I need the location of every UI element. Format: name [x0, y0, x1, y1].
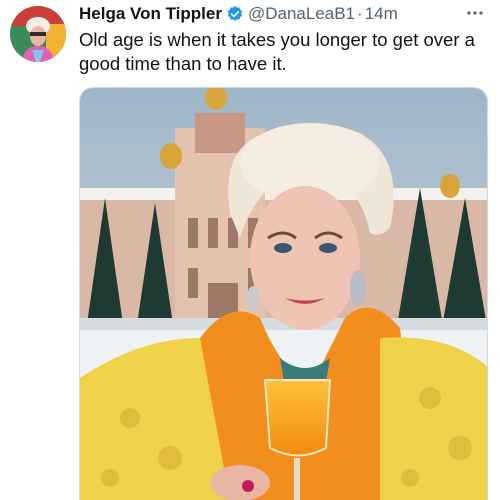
- timestamp[interactable]: 14m: [365, 4, 398, 24]
- separator-dot: ·: [357, 4, 363, 23]
- author-name[interactable]: Helga Von Tippler: [79, 4, 222, 24]
- avatar[interactable]: [10, 6, 66, 62]
- avatar-image: [10, 6, 66, 62]
- author-handle[interactable]: @DanaLeaB1: [248, 4, 355, 24]
- tweet-media-image[interactable]: [79, 87, 488, 500]
- verified-badge-icon: [226, 5, 244, 23]
- more-options-icon[interactable]: [464, 2, 486, 24]
- tweet-text: Old age is when it takes you longer to g…: [79, 29, 475, 74]
- tweet-header: Helga Von Tippler @DanaLeaB1 · 14m: [79, 2, 486, 26]
- media-illustration: [80, 88, 487, 500]
